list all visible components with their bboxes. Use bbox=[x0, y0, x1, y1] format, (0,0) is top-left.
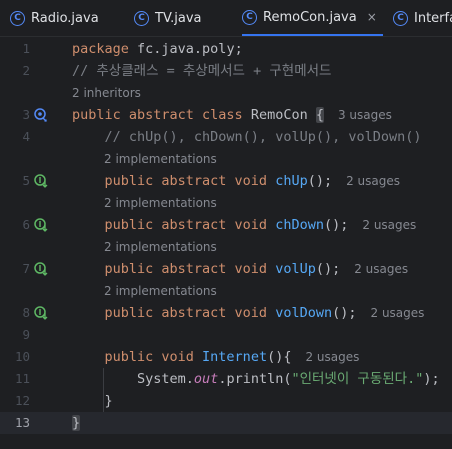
tab-radio-java[interactable]: C Radio.java bbox=[10, 0, 99, 36]
line-number: 3 bbox=[22, 107, 30, 122]
line-number: 9 bbox=[22, 327, 30, 342]
code-line: 2 // 추상클래스 = 추상메서드 + 구현메서드 bbox=[0, 60, 452, 82]
line-number: 7 bbox=[22, 261, 30, 276]
code-line: 9 bbox=[0, 324, 452, 346]
code-line: 10 public void Internet(){ 2 usages bbox=[0, 346, 452, 368]
code-text: public abstract class RemoCon {3 usages bbox=[72, 104, 392, 126]
line-number: 13 bbox=[14, 415, 30, 430]
code-line: 8 public abstract void volDown(); 2 usage… bbox=[0, 302, 452, 324]
code-text: } bbox=[72, 412, 81, 434]
implementations-hint[interactable]: 2 implementations bbox=[104, 236, 217, 258]
static-field: out bbox=[193, 371, 219, 387]
keyword: public abstract void bbox=[72, 173, 276, 189]
code-line: 11 System.out.println("인터넷이 구동된다."); bbox=[0, 368, 452, 390]
close-icon[interactable]: × bbox=[367, 10, 377, 24]
class-icon: C bbox=[393, 10, 408, 26]
code-line: 12 } bbox=[0, 390, 452, 412]
class-icon: C bbox=[134, 10, 149, 26]
implemented-method-icon[interactable] bbox=[34, 262, 48, 276]
method-name: chUp bbox=[275, 173, 308, 189]
method-name: volUp bbox=[275, 261, 316, 277]
code-text: public void Internet(){ 2 usages bbox=[72, 346, 360, 368]
class-icon: C bbox=[242, 9, 257, 25]
code-text: package fc.java.poly; bbox=[72, 38, 243, 60]
string-literal: "인터넷이 구동된다." bbox=[291, 371, 424, 387]
line-number: 6 bbox=[22, 217, 30, 232]
code-line: 5 public abstract void chUp(); 2 usages bbox=[0, 170, 452, 192]
code-text: public abstract void chDown(); 2 usages bbox=[72, 214, 417, 236]
code-text: System.out.println("인터넷이 구동된다."); bbox=[72, 368, 440, 390]
code-line: 7 public abstract void volUp(); 2 usages bbox=[0, 258, 452, 280]
keyword: public abstract void bbox=[72, 305, 276, 321]
keyword: public abstract class bbox=[72, 107, 243, 123]
line-number: 1 bbox=[22, 41, 30, 56]
implemented-method-icon[interactable] bbox=[34, 306, 48, 320]
line-number: 5 bbox=[22, 173, 30, 188]
class-name: RemoCon bbox=[242, 107, 316, 123]
implemented-method-icon[interactable] bbox=[34, 218, 48, 232]
code-editor[interactable]: 1 package fc.java.poly; 2 // 추상클래스 = 추상메… bbox=[0, 37, 452, 449]
punctuation: (); bbox=[332, 305, 357, 321]
usages-hint[interactable]: 2 usages bbox=[346, 174, 400, 188]
comment: // chUp(), chDown(), volUp(), volDown() bbox=[72, 129, 422, 145]
code-line: 1 package fc.java.poly; bbox=[0, 38, 452, 60]
tab-remocon-java[interactable]: C RemoCon.java × bbox=[242, 0, 383, 36]
line-number: 4 bbox=[22, 129, 30, 144]
code-text: } bbox=[72, 393, 113, 409]
tab-label: TV.java bbox=[155, 10, 202, 26]
usages-hint[interactable]: 2 usages bbox=[305, 350, 359, 364]
usages-hint[interactable]: 2 usages bbox=[362, 218, 416, 232]
code-text: public abstract void chUp(); 2 usages bbox=[72, 170, 401, 192]
method-name: Internet bbox=[202, 349, 268, 365]
usages-hint[interactable]: 2 usages bbox=[354, 262, 408, 276]
inheritors-hint[interactable]: 2 inheritors bbox=[72, 82, 141, 104]
class-icon: C bbox=[10, 10, 25, 26]
implemented-method-icon[interactable] bbox=[34, 174, 48, 188]
tab-label: Radio.java bbox=[31, 10, 99, 26]
comment: // 추상클래스 = 추상메서드 + 구현메서드 bbox=[72, 63, 332, 79]
implementations-hint[interactable]: 2 implementations bbox=[104, 192, 217, 214]
code-text: public abstract void volUp(); 2 usages bbox=[72, 258, 409, 280]
code-line: 3 public abstract class RemoCon {3 usage… bbox=[0, 104, 452, 126]
package-name: fc.java.poly; bbox=[128, 41, 243, 57]
implemented-override-icon[interactable] bbox=[34, 108, 48, 122]
indent-guide bbox=[103, 368, 104, 412]
keyword: public abstract void bbox=[72, 261, 276, 277]
punctuation: (){ bbox=[267, 349, 292, 365]
code-line: 4 // chUp(), chDown(), volUp(), volDown(… bbox=[0, 126, 452, 148]
close-brace: } bbox=[72, 415, 81, 431]
keyword: package bbox=[72, 41, 129, 57]
code-line: 6 public abstract void chDown(); 2 usages bbox=[0, 214, 452, 236]
method-name: volDown bbox=[275, 305, 333, 321]
punctuation: (); bbox=[307, 173, 333, 189]
implementations-hint[interactable]: 2 implementations bbox=[104, 280, 217, 302]
punctuation: (); bbox=[315, 261, 341, 277]
tab-interface[interactable]: C Interfa bbox=[393, 0, 452, 36]
method-name: chDown bbox=[275, 217, 324, 233]
line-number: 12 bbox=[14, 393, 30, 408]
tab-tv-java[interactable]: C TV.java bbox=[134, 0, 202, 36]
line-number: 2 bbox=[22, 63, 30, 78]
usages-hint[interactable]: 3 usages bbox=[338, 108, 392, 122]
keyword: public void bbox=[72, 349, 203, 365]
line-number: 10 bbox=[14, 349, 30, 364]
line-number: 8 bbox=[22, 305, 30, 320]
punctuation: ); bbox=[423, 371, 440, 387]
line-number: 11 bbox=[14, 371, 30, 386]
code-text: public abstract void volDown(); 2 usages bbox=[72, 302, 425, 324]
open-brace: { bbox=[315, 107, 324, 123]
punctuation: (); bbox=[323, 217, 349, 233]
editor-tab-bar: C Radio.java C TV.java C RemoCon.java × … bbox=[0, 0, 452, 37]
usages-hint[interactable]: 2 usages bbox=[371, 306, 425, 320]
method-call: .println( bbox=[218, 371, 292, 387]
class-ref: System. bbox=[72, 371, 194, 387]
code-line-current: 13 } bbox=[0, 412, 452, 434]
tab-label: RemoCon.java bbox=[263, 9, 357, 25]
keyword: public abstract void bbox=[72, 217, 276, 233]
implementations-hint[interactable]: 2 implementations bbox=[104, 148, 217, 170]
tab-label: Interfa bbox=[414, 10, 452, 26]
